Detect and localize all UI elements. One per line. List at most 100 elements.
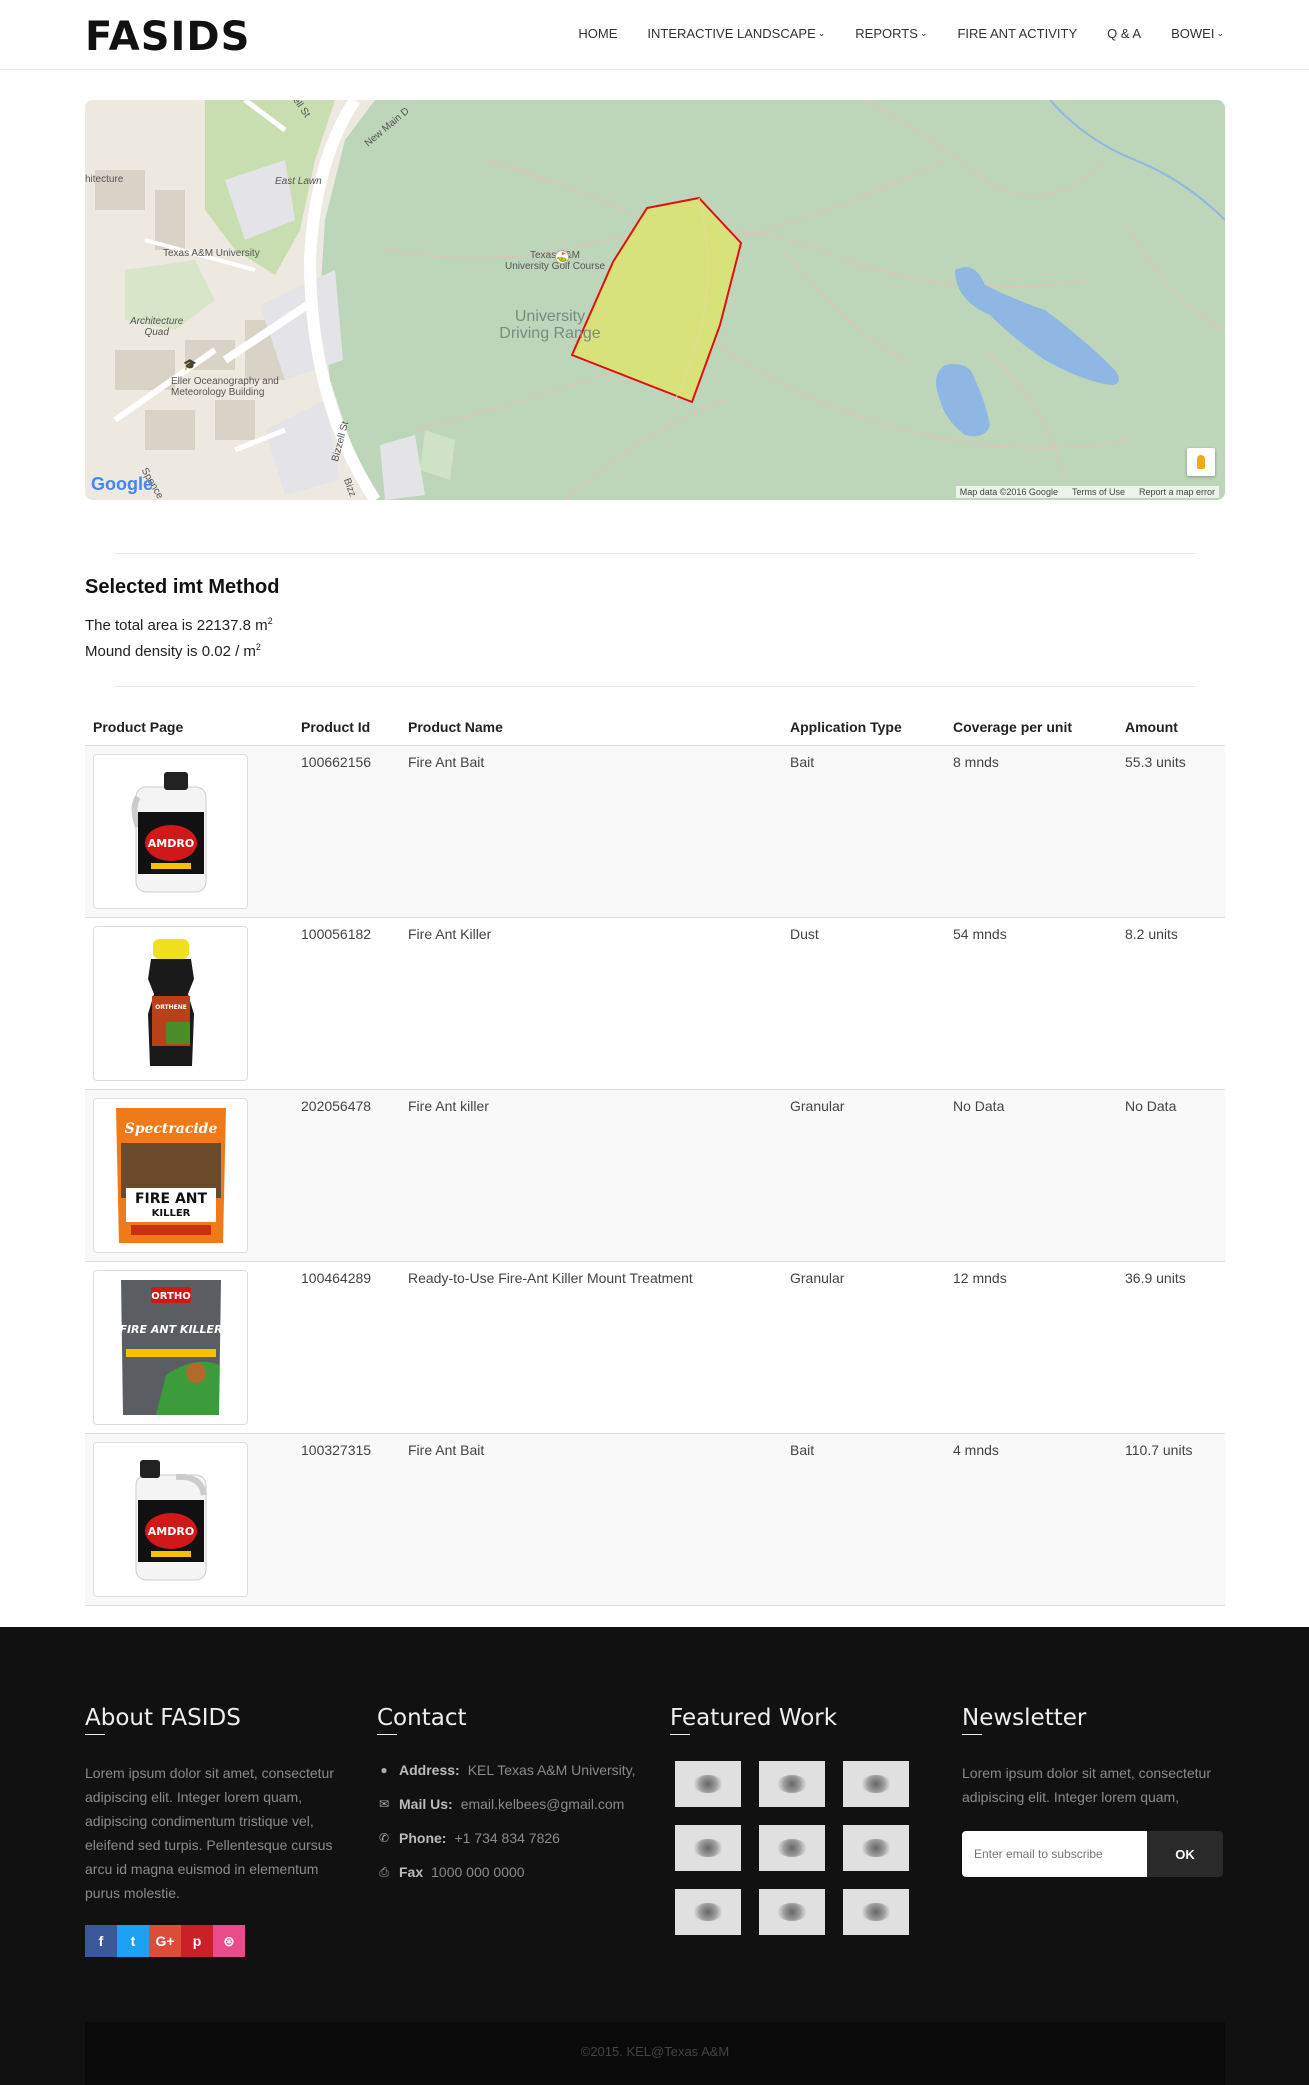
envelope-icon: ✉: [378, 1797, 390, 1811]
product-name: Fire Ant killer: [408, 1098, 489, 1114]
coverage-per-unit: No Data: [953, 1098, 1005, 1114]
graduation-cap-icon: 🎓: [183, 359, 197, 371]
coverage-per-unit: 54 mnds: [953, 926, 1007, 942]
featured-work-item[interactable]: [675, 1761, 741, 1807]
dribbble-icon[interactable]: ⊛: [213, 1925, 245, 1957]
brand-text: ORTHO: [151, 1291, 190, 1302]
creek: [1049, 100, 1225, 221]
density-unit-exponent: 2: [255, 642, 261, 652]
featured-work-item[interactable]: [759, 1889, 825, 1935]
contact-address: ● Address: KEL Texas A&M University,: [377, 1753, 642, 1787]
featured-grid: [675, 1761, 935, 1935]
product-thumbnail[interactable]: Spectracide FIRE ANT KILLER: [93, 1098, 248, 1253]
featured-work-item[interactable]: [675, 1889, 741, 1935]
site-footer: About FASIDS Lorem ipsum dolor sit amet,…: [0, 1627, 1309, 2085]
product-id: 100056182: [301, 926, 372, 942]
nav-label: REPORTS: [855, 26, 918, 41]
application-type: Dust: [790, 926, 819, 942]
brand-text-2: FIRE ANT KILLER: [119, 1323, 222, 1336]
product-id: 100662156: [301, 754, 372, 770]
amount: 8.2 units: [1125, 926, 1178, 942]
map-label-architecture: hitecture: [85, 174, 124, 185]
twitter-icon[interactable]: t: [117, 1925, 149, 1957]
col-application-type: Application Type: [790, 719, 902, 735]
featured-work-item[interactable]: [843, 1889, 909, 1935]
newsletter-title: Newsletter: [962, 1705, 1227, 1735]
nav-user-bowei[interactable]: BOWEI ⌄: [1171, 26, 1224, 41]
brand-text-2: FIRE ANT: [134, 1191, 207, 1207]
area-unit-exponent: 2: [267, 616, 273, 626]
map-view[interactable]: hitecture East Lawn Texas A&M University…: [85, 100, 1225, 500]
ortho-bottle-image: ORTHENE: [147, 938, 194, 1066]
footer-newsletter: Newsletter Lorem ipsum dolor sit amet, c…: [962, 1705, 1227, 1877]
featured-work-item[interactable]: [843, 1825, 909, 1871]
total-area-text: The total area is 22137.8 m: [85, 617, 268, 634]
map-label-eller: Eller Oceanography and Meteorology Build…: [171, 376, 279, 398]
brand-text: AMDRO: [147, 1525, 193, 1538]
address-value: KEL Texas A&M University,: [467, 1762, 636, 1778]
google-logo[interactable]: Google: [91, 474, 153, 495]
selected-area-polygon[interactable]: [570, 196, 743, 404]
social-links: f t G+ p ⊛: [85, 1925, 350, 1957]
contact-mail: ✉ Mail Us: email.kelbees@gmail.com: [377, 1787, 642, 1821]
map-label-texas-am: Texas A&M University: [163, 248, 260, 259]
pinterest-icon[interactable]: p: [181, 1925, 213, 1957]
featured-work-item[interactable]: [843, 1761, 909, 1807]
table-row: ORTHENE 100056182 Fire Ant Killer Dust 5…: [85, 918, 1225, 1090]
application-type: Bait: [790, 1442, 815, 1458]
nav-fire-ant-activity[interactable]: FIRE ANT ACTIVITY: [957, 26, 1077, 41]
facebook-icon[interactable]: f: [85, 1925, 117, 1957]
copyright-bar: ©2015. KEL@Texas A&M: [85, 2022, 1225, 2085]
coverage-per-unit: 8 mnds: [953, 754, 999, 770]
col-product-id: Product Id: [301, 719, 371, 735]
product-thumbnail[interactable]: AMDRO: [93, 754, 248, 909]
product-id: 100464289: [301, 1270, 372, 1286]
map-label-architecture-quad: Architecture Quad: [130, 316, 183, 338]
map-canvas[interactable]: [85, 100, 1225, 500]
application-type: Granular: [790, 1098, 845, 1114]
featured-work-item[interactable]: [759, 1761, 825, 1807]
col-product-page: Product Page: [93, 719, 184, 735]
product-thumbnail[interactable]: ORTHENE: [93, 926, 248, 1081]
site-logo[interactable]: FASIDS: [85, 14, 250, 60]
application-type: Bait: [790, 754, 815, 770]
col-product-name: Product Name: [408, 719, 503, 735]
google-plus-icon[interactable]: G+: [149, 1925, 181, 1957]
table-row: AMDRO 100662156 Fire Ant Bait Bait 8 mnd…: [85, 746, 1225, 918]
col-coverage: Coverage per unit: [953, 719, 1073, 735]
product-thumbnail[interactable]: ORTHO FIRE ANT KILLER: [93, 1270, 248, 1425]
method-title: Selected imt Method: [85, 576, 280, 598]
map-label-eller-line2: Meteorology Building: [171, 387, 265, 398]
featured-work-item[interactable]: [675, 1825, 741, 1871]
address-label: Address:: [399, 1762, 460, 1778]
contact-list: ● Address: KEL Texas A&M University, ✉ Mail…: [377, 1753, 642, 1889]
nav-label: HOME: [578, 26, 618, 41]
map-marker-icon: ●: [380, 1763, 388, 1777]
table-header: Product Page Product Id Product Name App…: [85, 712, 1225, 746]
amount: 36.9 units: [1125, 1270, 1186, 1286]
product-name: Fire Ant Killer: [408, 926, 492, 942]
report-map-error-link[interactable]: Report a map error: [1139, 487, 1215, 497]
terms-of-use-link[interactable]: Terms of Use: [1072, 487, 1125, 497]
table-row: AMDRO 100327315 Fire Ant Bait Bait 4 mnd…: [85, 1434, 1225, 1606]
nav-qa[interactable]: Q & A: [1107, 26, 1141, 41]
nav-interactive-landscape[interactable]: INTERACTIVE LANDSCAPE ⌄: [647, 26, 825, 41]
newsletter-text: Lorem ipsum dolor sit amet, consectetur …: [962, 1765, 1211, 1805]
fax-value: 1000 000 0000: [431, 1864, 525, 1880]
map-attribution: Map data ©2016 Google Terms of Use Repor…: [955, 486, 1219, 498]
subscribe-ok-button[interactable]: OK: [1147, 1831, 1223, 1877]
subscribe-email-input[interactable]: [962, 1831, 1147, 1877]
product-thumbnail[interactable]: AMDRO: [93, 1442, 248, 1597]
nav-home[interactable]: HOME: [578, 26, 617, 41]
featured-work-item[interactable]: [759, 1825, 825, 1871]
mail-value[interactable]: email.kelbees@gmail.com: [461, 1796, 625, 1812]
nav-label: BOWEI: [1171, 26, 1215, 41]
mail-label: Mail Us:: [399, 1796, 453, 1812]
street-view-pegman-icon[interactable]: [1187, 448, 1215, 476]
map-label-arch-line1: Architecture: [130, 316, 184, 327]
footer-about: About FASIDS Lorem ipsum dolor sit amet,…: [85, 1705, 350, 1957]
fax-icon: ⎙: [379, 1864, 389, 1879]
subscribe-form: OK: [962, 1831, 1227, 1877]
nav-reports[interactable]: REPORTS ⌄: [855, 26, 927, 41]
mound-density-text: Mound density is 0.02 / m: [85, 643, 256, 660]
